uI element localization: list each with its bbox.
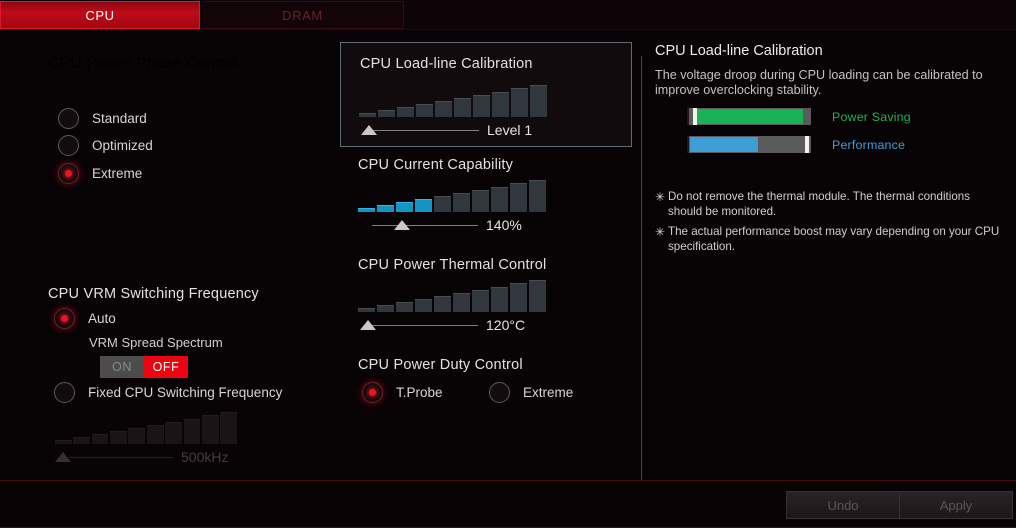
asterisk-icon: ✳ [655, 190, 668, 219]
middle-column: CPU Load-line Calibration [340, 30, 640, 480]
radio-indicator-selected [54, 308, 75, 329]
slider-ramp [358, 278, 546, 312]
right-help-panel: CPU Load-line Calibration The voltage dr… [653, 30, 1016, 480]
slider-ramp [55, 410, 237, 444]
radio-indicator [58, 135, 79, 156]
note-text: The actual performance boost may vary de… [668, 225, 1005, 254]
meter-performance: Performance [687, 136, 905, 153]
vrm-spread-spectrum-label: VRM Spread Spectrum [89, 335, 223, 350]
radio-duty-extreme[interactable]: Extreme [489, 382, 573, 403]
slider-line [372, 325, 478, 326]
slider-track-row: 500kHz [55, 449, 237, 465]
slider-value: 120°C [486, 317, 525, 333]
meter-marker [693, 108, 697, 125]
note-item: ✳ Do not remove the thermal module. The … [655, 190, 1005, 219]
radio-label: Standard [92, 111, 147, 126]
power-phase-title: CPU Power Phase Control [48, 55, 237, 73]
slider-ramp [358, 178, 546, 212]
duty-control-title: CPU Power Duty Control [358, 357, 523, 373]
footer-bar: Undo Apply [0, 480, 1016, 528]
thermal-control-title: CPU Power Thermal Control [358, 257, 546, 273]
tab-cpu-label: CPU [85, 8, 114, 23]
meter-bar [687, 108, 811, 125]
radio-indicator [489, 382, 510, 403]
slider-line [373, 130, 479, 131]
radio-vrm-auto[interactable]: Auto [54, 308, 116, 329]
panel-divider [641, 56, 642, 504]
meter-label: Performance [832, 138, 905, 152]
slider-value: Level 1 [487, 122, 532, 138]
bios-ai-tweaker-panel: CPU DRAM CPU Power Phase Control Standar… [0, 0, 1016, 528]
slider-thumb[interactable] [394, 220, 410, 230]
radio-label: Extreme [523, 385, 573, 400]
slider-track-row: 120°C [358, 317, 546, 333]
help-notes: ✳ Do not remove the thermal module. The … [655, 190, 1005, 260]
left-column: CPU Power Phase Control Standard Optimiz… [0, 30, 340, 480]
tab-dram[interactable]: DRAM [202, 1, 404, 29]
slider-track[interactable] [359, 122, 479, 138]
slider-ramp [359, 83, 547, 117]
slider-fixed-switching-frequency: 500kHz [55, 410, 237, 465]
note-text: Do not remove the thermal module. The th… [668, 190, 1005, 219]
slider-thumb [55, 452, 71, 462]
apply-button-label: Apply [940, 498, 973, 513]
vrm-switching-title: CPU VRM Switching Frequency [48, 286, 259, 302]
help-title: CPU Load-line Calibration [655, 43, 823, 59]
slider-value: 140% [486, 217, 522, 233]
meter-fill [690, 137, 758, 152]
radio-label: Auto [88, 311, 116, 326]
undo-button[interactable]: Undo [786, 491, 900, 519]
radio-indicator [58, 108, 79, 129]
undo-button-label: Undo [827, 498, 858, 513]
slider-track [55, 449, 173, 465]
asterisk-icon: ✳ [655, 225, 668, 254]
help-description: The voltage droop during CPU loading can… [655, 68, 1000, 98]
meter-label: Power Saving [832, 110, 911, 124]
slider-track-row: 140% [358, 217, 546, 233]
tab-bar: CPU DRAM [0, 0, 1016, 30]
meter-bar [687, 136, 811, 153]
meter-power-saving: Power Saving [687, 108, 911, 125]
radio-label: Fixed CPU Switching Frequency [88, 385, 282, 400]
slider-line [372, 225, 478, 226]
slider-thumb[interactable] [360, 320, 376, 330]
meter-fill [693, 109, 803, 124]
radio-label: T.Probe [396, 385, 443, 400]
radio-label: Extreme [92, 166, 142, 181]
radio-duty-tprobe[interactable]: T.Probe [362, 382, 443, 403]
slider-line [69, 457, 173, 458]
slider-track-row: Level 1 [359, 122, 547, 138]
radio-vrm-fixed[interactable]: Fixed CPU Switching Frequency [54, 382, 282, 403]
toggle-off-segment[interactable]: OFF [144, 356, 188, 378]
content-area: CPU Power Phase Control Standard Optimiz… [0, 30, 1016, 480]
radio-power-phase-extreme[interactable]: Extreme [58, 163, 142, 184]
slider-cpu-current-capability[interactable]: 140% [358, 178, 546, 233]
radio-label: Optimized [92, 138, 153, 153]
current-capability-title: CPU Current Capability [358, 157, 513, 173]
radio-power-phase-optimized[interactable]: Optimized [58, 135, 153, 156]
radio-indicator-selected [362, 382, 383, 403]
radio-power-phase-standard[interactable]: Standard [58, 108, 147, 129]
radio-indicator [54, 382, 75, 403]
tab-dram-label: DRAM [282, 8, 323, 23]
note-item: ✳ The actual performance boost may vary … [655, 225, 1005, 254]
panel-cpu-load-line-calibration[interactable]: CPU Load-line Calibration [340, 42, 632, 147]
slider-track[interactable] [358, 317, 478, 333]
apply-button[interactable]: Apply [899, 491, 1013, 519]
slider-value: 500kHz [181, 449, 228, 465]
slider-track[interactable] [358, 217, 478, 233]
radio-indicator-selected [58, 163, 79, 184]
loadline-title: CPU Load-line Calibration [360, 56, 533, 72]
slider-thumb[interactable] [361, 125, 377, 135]
tab-bar-filler [404, 0, 1016, 29]
vrm-spread-spectrum-toggle[interactable]: ON OFF [100, 356, 188, 378]
tab-cpu[interactable]: CPU [0, 1, 200, 29]
slider-cpu-load-line-calibration[interactable]: Level 1 [359, 83, 547, 138]
toggle-on-segment[interactable]: ON [100, 356, 144, 378]
meter-marker [805, 136, 809, 153]
slider-cpu-power-thermal-control[interactable]: 120°C [358, 278, 546, 333]
